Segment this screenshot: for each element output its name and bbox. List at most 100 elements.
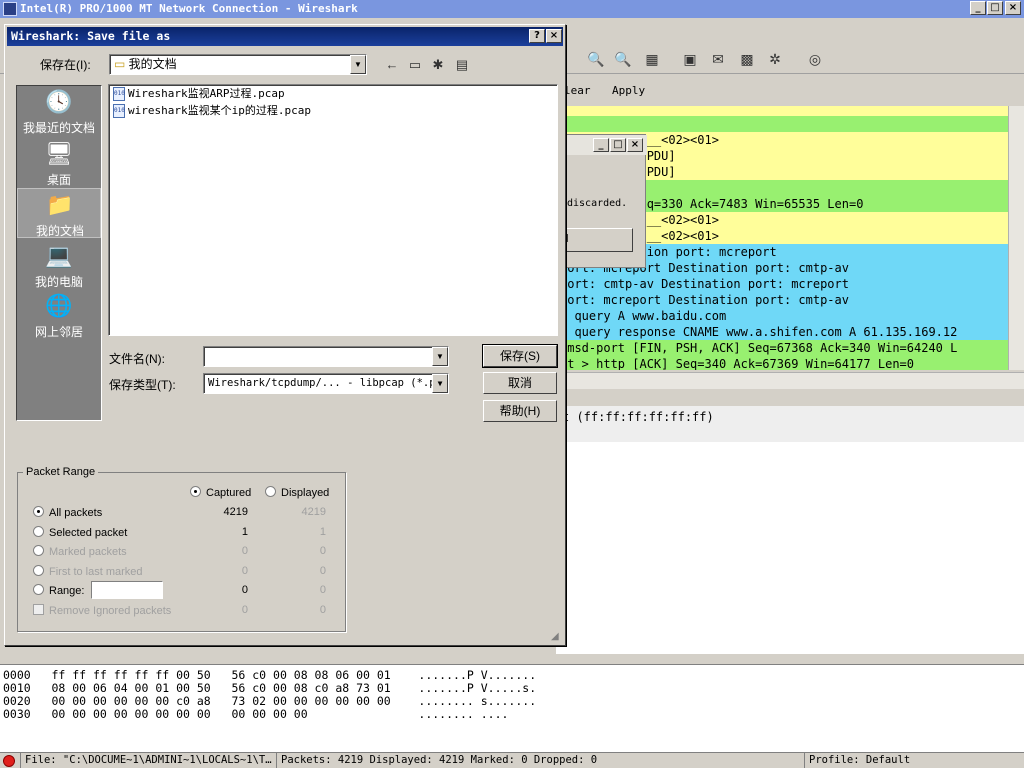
my-computer-icon: 💻	[45, 243, 73, 268]
place-label: 桌面	[46, 173, 71, 187]
place-desktop[interactable]: 🖥 桌面	[17, 138, 101, 188]
packet-row[interactable]: rt > http [ACK] Seq=340 Ack=67369 Win=64…	[556, 356, 1008, 370]
place-recent[interactable]: 🕓 我最近的文档	[17, 86, 101, 136]
display-filters-icon[interactable]: ✉	[708, 49, 728, 69]
file-item[interactable]: 010 wireshark监视某个ip的过程.pcap	[113, 103, 311, 119]
back-icon[interactable]: ←	[383, 56, 401, 74]
pcap-file-icon: 010	[113, 104, 125, 118]
captured-label: Captured	[206, 487, 252, 499]
network-places-icon: 🌐	[45, 293, 73, 318]
range-option: Marked packets	[33, 545, 127, 558]
packet-row[interactable]: d query A www.baidu.com	[556, 308, 1008, 324]
captured-radio[interactable]: Captured	[190, 486, 251, 499]
file-item[interactable]: 010 Wireshark监视ARP过程.pcap	[113, 86, 285, 102]
desktop-icon: 🖥	[45, 141, 73, 166]
range-option-label: Marked packets	[49, 546, 127, 559]
apply-filter-button[interactable]: Apply	[612, 84, 645, 97]
expert-info-icon[interactable]	[3, 755, 15, 767]
radio-icon	[33, 525, 44, 537]
packet-list-vscrollbar[interactable]	[1008, 106, 1024, 370]
expert-message: discarded.	[567, 198, 628, 209]
place-label: 我的文档	[35, 224, 84, 238]
resize-grip-icon[interactable]: ◢	[551, 631, 563, 643]
captured-count: 4219	[223, 506, 248, 518]
packet-row[interactable]	[556, 116, 1008, 132]
packet-range-title: Packet Range	[23, 466, 99, 478]
preferences-icon[interactable]: ✲	[765, 49, 785, 69]
radio-icon	[33, 506, 44, 517]
save-in-combo[interactable]: ▭ 我的文档 ▼	[109, 54, 367, 75]
packet-details-pane[interactable]: t (ff:ff:ff:ff:ff:ff)	[556, 406, 1024, 654]
packet-bytes-pane[interactable]: 0000 ff ff ff ff ff ff 00 50 56 c0 00 08…	[0, 664, 1024, 752]
help-icon[interactable]: ◎	[805, 49, 825, 69]
capture-filters-icon[interactable]: ▣	[680, 49, 700, 69]
help-button[interactable]: 帮助(H)	[483, 400, 557, 422]
chevron-down-icon[interactable]: ▼	[432, 374, 448, 393]
coloring-rules-icon[interactable]: ▩	[737, 49, 757, 69]
expert-ok-button[interactable]: l	[565, 228, 633, 252]
range-option-label: Selected packet	[49, 526, 128, 539]
expert-close-button[interactable]: ×	[627, 138, 643, 152]
captured-count: 1	[241, 525, 248, 538]
displayed-count: 0	[319, 584, 326, 597]
captured-count: 0	[241, 564, 248, 577]
range-option[interactable]: Range:	[33, 584, 84, 597]
packet-list-hscrollbar[interactable]	[556, 372, 1024, 389]
captured-count: 0	[241, 545, 248, 558]
status-bar: File: "C:\DOCUME~1\ADMINI~1\LOCALS~1\T… …	[0, 752, 1024, 768]
file-name: wireshark监视某个ip的过程.pcap	[128, 104, 311, 117]
packet-row[interactable]	[556, 106, 1008, 116]
chevron-down-icon[interactable]: ▼	[432, 347, 448, 366]
expert-dialog-titlebar: _ □ ×	[561, 135, 647, 155]
clear-filter-button[interactable]: lear	[564, 84, 591, 97]
pcap-file-icon: 010	[113, 87, 125, 101]
place-my-documents[interactable]: 📁 我的文档	[17, 188, 101, 238]
place-network[interactable]: 🌐 网上邻居	[17, 290, 101, 340]
place-label: 网上邻居	[34, 325, 83, 339]
save-file-dialog: Wireshark: Save file as ? × 保存在(I): ▭ 我的…	[4, 24, 566, 646]
cancel-button[interactable]: 取消	[483, 372, 557, 394]
packet-row[interactable]: emsd-port [FIN, PSH, ACK] Seq=67368 Ack=…	[556, 340, 1008, 356]
dialog-close-button[interactable]: ×	[546, 29, 562, 43]
expert-maximize-button[interactable]: □	[610, 138, 626, 152]
dialog-help-button[interactable]: ?	[529, 29, 545, 43]
range-option[interactable]: Selected packet	[33, 525, 128, 539]
save-in-value: 我的文档	[128, 57, 177, 71]
chevron-down-icon[interactable]: ▼	[350, 55, 366, 74]
place-my-computer[interactable]: 💻 我的电脑	[17, 240, 101, 290]
range-input[interactable]	[91, 581, 163, 599]
radio-icon	[190, 486, 201, 497]
file-list[interactable]: 010 Wireshark监视ARP过程.pcap 010 wireshark监视某…	[108, 84, 558, 336]
view-menu-icon[interactable]: ▤	[453, 56, 471, 74]
captured-count: 0	[241, 604, 248, 616]
hex-line[interactable]: 0030 00 00 00 00 00 00 00 00 00 00 00 00…	[3, 708, 508, 721]
zoom-normal-icon[interactable]: 🔍	[613, 49, 633, 69]
minimize-button[interactable]: _	[970, 1, 986, 15]
expert-minimize-button[interactable]: _	[593, 138, 609, 152]
details-line[interactable]: t (ff:ff:ff:ff:ff:ff)	[562, 410, 714, 424]
dialog-title-bar: Wireshark: Save file as ? ×	[7, 27, 563, 46]
zoom-out-icon[interactable]: 🔍	[586, 49, 606, 69]
displayed-count: 1	[319, 525, 326, 538]
range-option[interactable]: All packets	[33, 506, 102, 519]
radio-icon	[33, 584, 44, 596]
filter-toolbar: lear Apply	[556, 80, 1024, 102]
range-option-label: Remove Ignored packets	[49, 605, 172, 617]
resize-columns-icon[interactable]: ▦	[642, 49, 662, 69]
packet-row[interactable]: d query response CNAME www.a.shifen.com …	[556, 324, 1008, 340]
maximize-button[interactable]: □	[987, 1, 1003, 15]
new-folder-icon[interactable]: ✱	[429, 56, 447, 74]
packet-row[interactable]: port: cmtp-av Destination port: mcreport	[556, 276, 1008, 292]
filename-input[interactable]: ▼	[203, 346, 449, 367]
expert-ok-label: l	[566, 233, 569, 245]
status-profile[interactable]: Profile: Default	[804, 753, 1024, 768]
filename-label: 文件名(N):	[109, 352, 165, 366]
displayed-count: 0	[319, 545, 326, 558]
recent-docs-icon: 🕓	[45, 89, 73, 114]
up-folder-icon[interactable]: ▭	[406, 56, 424, 74]
packet-row[interactable]: port: mcreport Destination port: cmtp-av	[556, 292, 1008, 308]
close-button[interactable]: ×	[1005, 1, 1021, 15]
filetype-select[interactable]: Wireshark/tcpdump/... - libpcap (*.pc ▼	[203, 373, 449, 394]
save-button[interactable]: 保存(S)	[482, 344, 558, 368]
displayed-radio[interactable]: Displayed	[265, 486, 329, 499]
